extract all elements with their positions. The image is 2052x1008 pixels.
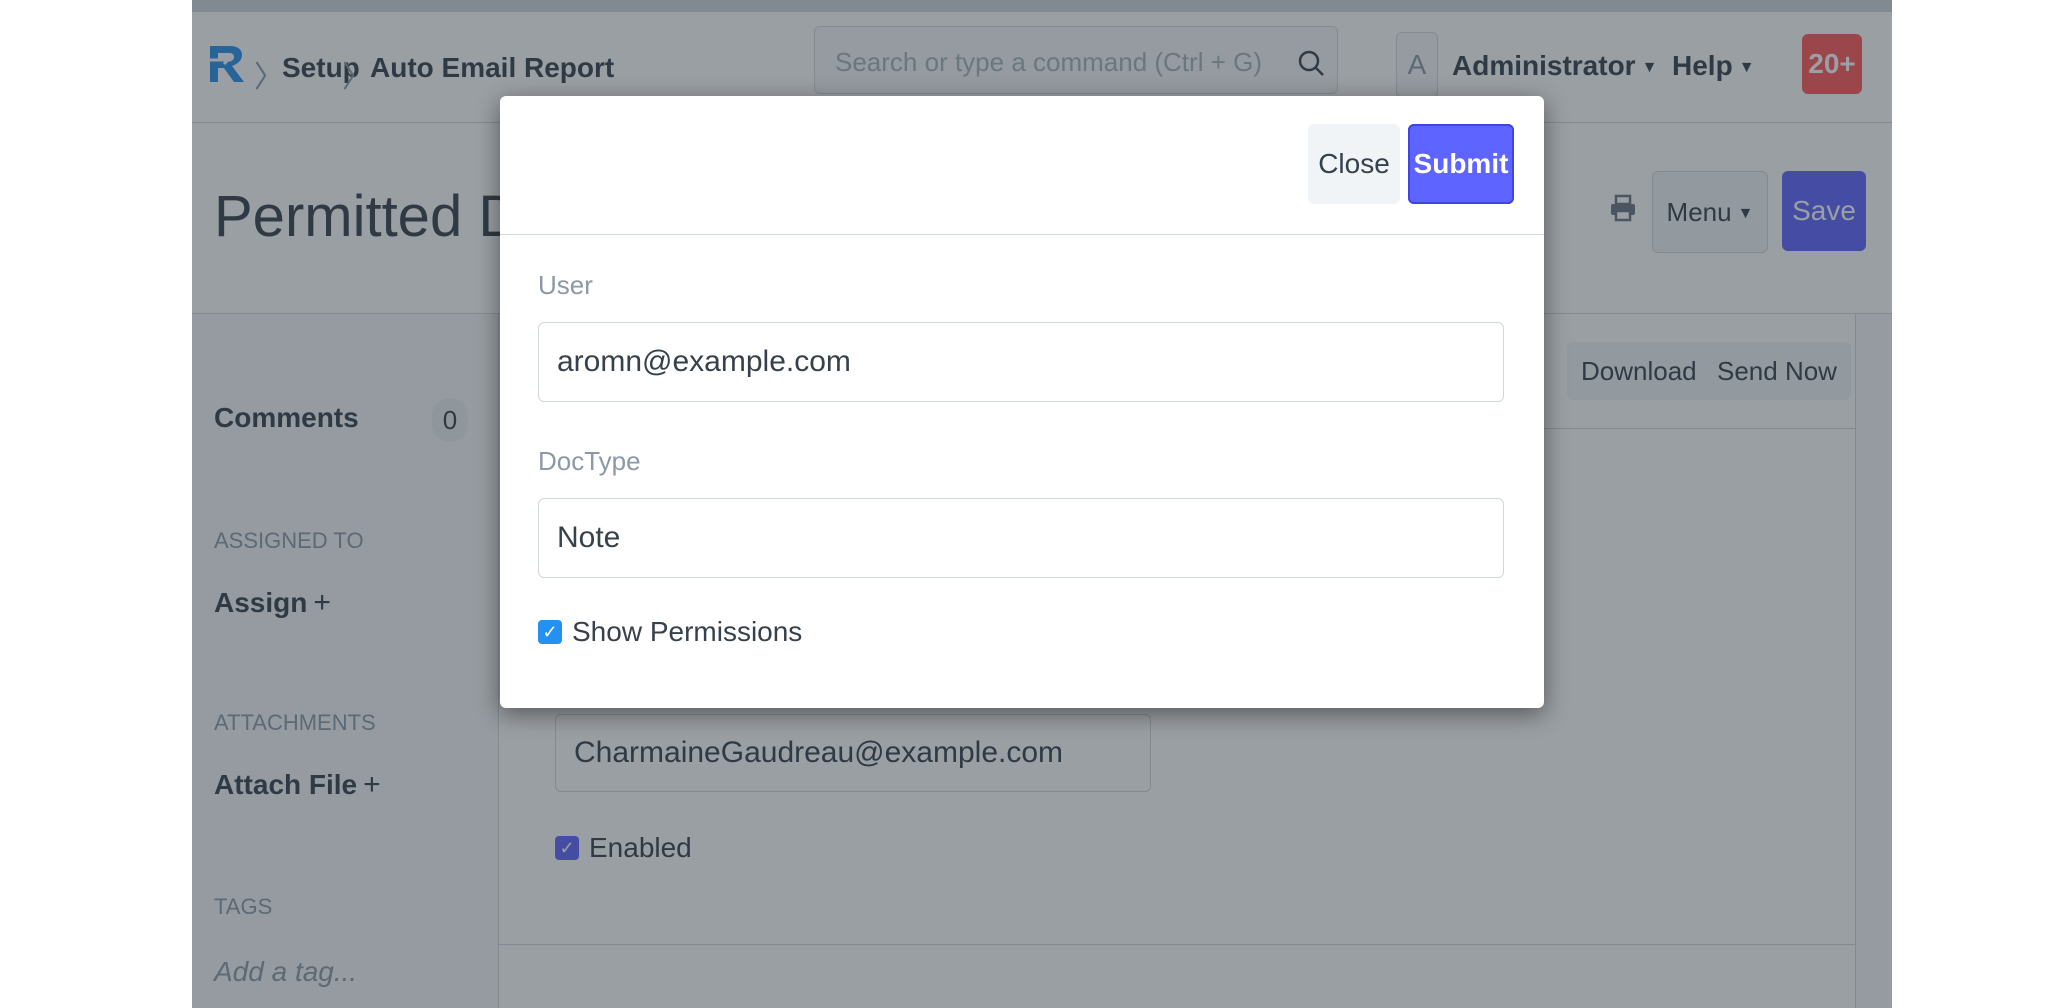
close-button[interactable]: Close xyxy=(1308,124,1400,204)
permission-dialog: Close Submit User aromn@example.com DocT… xyxy=(500,96,1544,708)
dialog-header: Close Submit xyxy=(500,96,1544,235)
submit-button[interactable]: Submit xyxy=(1408,124,1514,204)
user-field-label: User xyxy=(538,270,593,300)
show-permissions-label: Show Permissions xyxy=(572,616,803,647)
check-icon[interactable]: ✓ xyxy=(538,620,562,644)
user-field[interactable]: aromn@example.com xyxy=(538,322,1504,402)
doctype-field[interactable]: Note xyxy=(538,498,1504,578)
app-window: 〉 Setup 〉 Auto Email Report Search or ty… xyxy=(192,0,1892,1008)
doctype-field-label: DocType xyxy=(538,446,641,476)
show-permissions-checkbox-row[interactable]: ✓ Show Permissions xyxy=(538,616,802,648)
